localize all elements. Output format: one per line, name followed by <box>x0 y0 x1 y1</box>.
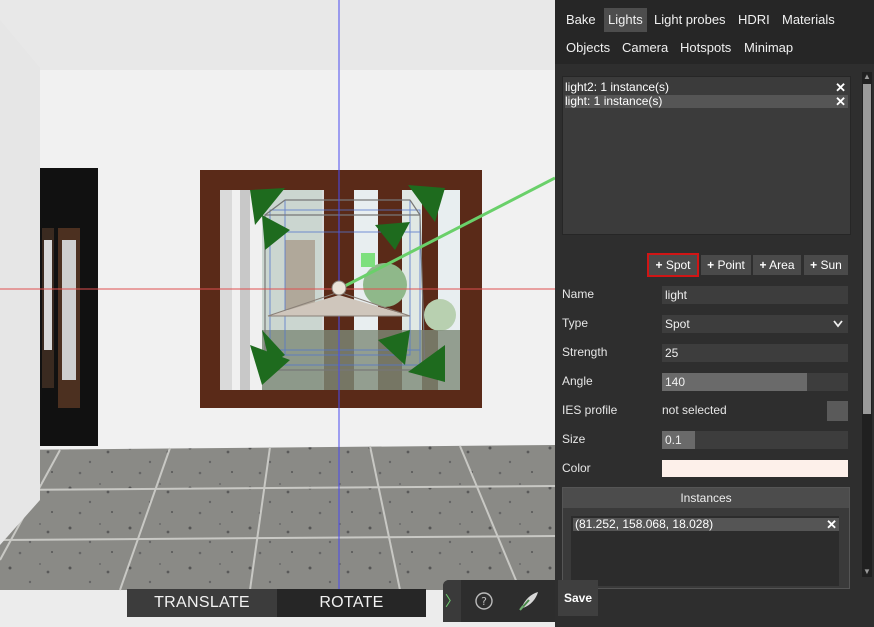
ies-profile-value: not selected <box>662 403 727 417</box>
instances-list: (81.252, 158.068, 18.028) ✕ <box>571 516 839 586</box>
tab-objects[interactable]: Objects <box>562 36 614 60</box>
tab-hotspots[interactable]: Hotspots <box>676 36 735 60</box>
tab-lights[interactable]: Lights <box>604 8 647 32</box>
plus-icon: + <box>707 258 715 272</box>
strength-label: Strength <box>562 345 608 359</box>
strength-field[interactable]: 25 <box>662 344 848 362</box>
angle-label: Angle <box>562 374 593 388</box>
plus-icon: + <box>810 258 818 272</box>
name-field[interactable]: light <box>662 286 848 304</box>
plus-icon: + <box>655 258 663 272</box>
paint-button[interactable] <box>507 580 551 622</box>
panel-scrollbar[interactable]: ▲ ▼ <box>862 72 872 577</box>
light-item[interactable]: light2: 1 instance(s) ✕ <box>565 80 848 95</box>
add-spot-label: Spot <box>665 258 691 272</box>
tab-minimap[interactable]: Minimap <box>740 36 797 60</box>
angle-slider[interactable]: 140 <box>662 373 848 391</box>
help-glyph: ? <box>481 595 487 608</box>
name-label: Name <box>562 287 595 301</box>
add-point-button[interactable]: + Point <box>701 255 751 275</box>
tab-bar: Bake Lights Light probes HDRI Materials … <box>555 0 874 64</box>
help-button[interactable]: ? <box>463 580 505 622</box>
instances-header: Instances <box>563 488 849 508</box>
size-label: Size <box>562 432 586 446</box>
size-slider[interactable]: 0.1 <box>662 431 848 449</box>
color-picker[interactable] <box>662 460 848 477</box>
instance-coords: (81.252, 158.068, 18.028) <box>575 517 714 531</box>
transform-mode-bar: TRANSLATE ROTATE <box>127 589 426 617</box>
scroll-down-icon[interactable]: ▼ <box>862 567 872 577</box>
type-label: Type <box>562 316 589 330</box>
tab-light-probes[interactable]: Light probes <box>650 8 730 32</box>
viewport-toolbox: 〉 ? <box>443 580 555 622</box>
light-item-selected[interactable]: light: 1 instance(s) ✕ <box>565 95 848 108</box>
properties-panel: Bake Lights Light probes HDRI Materials … <box>555 0 874 627</box>
close-icon[interactable]: ✕ <box>826 518 837 531</box>
feather-brush-icon <box>519 591 538 611</box>
chevron-down-icon <box>833 320 843 328</box>
ies-profile-button[interactable] <box>827 401 848 421</box>
angle-value: 140 <box>665 375 686 389</box>
save-button[interactable]: Save <box>558 580 598 616</box>
color-label: Color <box>562 461 591 475</box>
help-circle-icon: ? <box>475 592 493 610</box>
rotate-mode-button[interactable]: ROTATE <box>277 589 426 617</box>
plus-icon: + <box>759 258 767 272</box>
add-point-label: Point <box>717 258 745 272</box>
instance-item[interactable]: (81.252, 158.068, 18.028) ✕ <box>573 518 839 531</box>
add-spot-button[interactable]: + Spot <box>647 253 699 277</box>
add-area-label: Area <box>769 258 795 272</box>
lights-list: light2: 1 instance(s) ✕ light: 1 instanc… <box>562 76 851 235</box>
scroll-up-icon[interactable]: ▲ <box>862 72 872 82</box>
light-item-label: light2: 1 instance(s) <box>565 80 670 94</box>
translate-mode-button[interactable]: TRANSLATE <box>127 589 277 617</box>
tab-hdri[interactable]: HDRI <box>734 8 774 32</box>
instances-panel: Instances (81.252, 158.068, 18.028) ✕ <box>562 487 850 589</box>
ies-profile-label: IES profile <box>562 403 618 417</box>
size-value: 0.1 <box>665 433 682 447</box>
type-select[interactable]: Spot <box>662 315 848 333</box>
tab-materials[interactable]: Materials <box>778 8 839 32</box>
tab-camera[interactable]: Camera <box>618 36 672 60</box>
add-sun-button[interactable]: + Sun <box>804 255 848 275</box>
tab-bake[interactable]: Bake <box>562 8 600 32</box>
light-item-label: light: 1 instance(s) <box>565 94 663 108</box>
scroll-thumb[interactable] <box>863 84 871 414</box>
type-select-value: Spot <box>665 317 690 331</box>
close-icon[interactable]: ✕ <box>835 95 846 108</box>
add-area-button[interactable]: + Area <box>753 255 801 275</box>
add-sun-label: Sun <box>820 258 842 272</box>
chevron-right-icon[interactable]: 〉 <box>443 580 461 622</box>
scene-render <box>0 0 555 591</box>
3d-viewport[interactable]: TRANSLATE ROTATE 〉 ? <box>0 0 555 627</box>
close-icon[interactable]: ✕ <box>835 81 846 94</box>
